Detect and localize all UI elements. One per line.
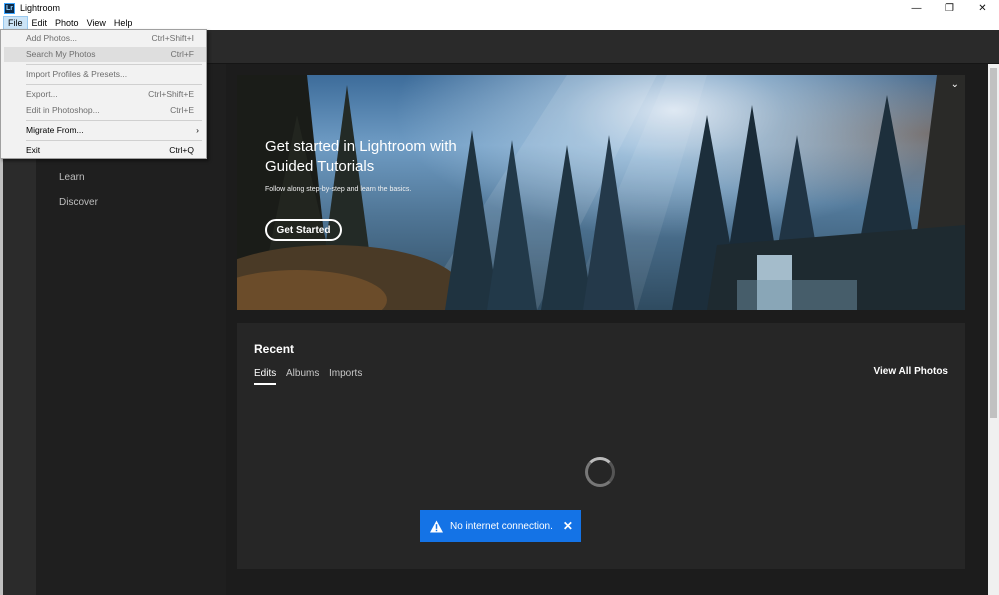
menu-item-shortcut: Ctrl+F: [170, 49, 194, 59]
close-icon[interactable]: ✕: [563, 519, 573, 533]
get-started-button[interactable]: Get Started: [265, 219, 342, 241]
toast-message: No internet connection.: [450, 520, 553, 532]
window-controls: — ❐ ✕: [900, 0, 999, 16]
menu-item-search-my-photos[interactable]: Search My Photos Ctrl+F: [4, 47, 206, 62]
menu-separator: [26, 140, 202, 141]
menu-item-label: Export...: [26, 89, 58, 99]
minimize-button[interactable]: —: [900, 0, 933, 16]
menu-separator: [26, 64, 202, 65]
chevron-down-icon[interactable]: ⌄: [951, 79, 959, 90]
restore-button[interactable]: ❐: [933, 0, 966, 16]
menu-item-add-photos[interactable]: Add Photos... Ctrl+Shift+I: [4, 31, 206, 46]
warning-icon: [430, 519, 443, 533]
lightroom-app-icon: Lr: [4, 2, 15, 14]
menu-item-label: Add Photos...: [26, 33, 78, 43]
menu-item-label: Migrate From...: [26, 125, 84, 135]
no-connection-toast: No internet connection. ✕: [420, 510, 581, 542]
sidebar-item-discover[interactable]: Discover: [59, 197, 98, 208]
menu-item-import-profiles[interactable]: Import Profiles & Presets...: [4, 67, 206, 82]
menu-item-shortcut: Ctrl+E: [170, 105, 194, 115]
window-title: Lightroom: [20, 3, 61, 13]
hero-subtitle: Follow along step-by-step and learn the …: [265, 186, 412, 193]
file-menu-dropdown: Add Photos... Ctrl+Shift+I Search My Pho…: [0, 29, 207, 159]
hero-title: Get started in Lightroom with Guided Tut…: [265, 138, 457, 175]
menu-item-export[interactable]: Export... Ctrl+Shift+E: [4, 87, 206, 102]
menu-item-exit[interactable]: Exit Ctrl+Q: [4, 143, 206, 158]
menu-item-label: Search My Photos: [26, 49, 96, 59]
menu-item-label: Import Profiles & Presets...: [26, 69, 128, 79]
loading-spinner-icon: [585, 457, 615, 487]
view-all-photos-link[interactable]: View All Photos: [874, 366, 948, 377]
menu-photo[interactable]: Photo: [51, 16, 83, 30]
menu-item-edit-in-photoshop[interactable]: Edit in Photoshop... Ctrl+E: [4, 103, 206, 118]
menu-item-shortcut: Ctrl+Q: [169, 145, 194, 155]
menu-help[interactable]: Help: [110, 16, 137, 30]
tab-imports[interactable]: Imports: [329, 368, 362, 379]
tab-albums[interactable]: Albums: [286, 368, 319, 379]
menu-item-migrate-from[interactable]: Migrate From... ›: [4, 123, 206, 138]
menu-item-label: Exit: [26, 145, 41, 155]
menu-separator: [26, 120, 202, 121]
vertical-scrollbar[interactable]: [988, 64, 999, 595]
recent-title: Recent: [254, 342, 295, 356]
hero-banner: Get started in Lightroom with Guided Tut…: [237, 75, 965, 310]
chevron-right-icon: ›: [196, 125, 199, 135]
menu-file[interactable]: File: [3, 16, 28, 30]
sidebar-item-learn[interactable]: Learn: [59, 172, 85, 183]
menu-item-shortcut: Ctrl+Shift+I: [151, 33, 194, 43]
scrollbar-thumb[interactable]: [990, 68, 997, 418]
close-window-button[interactable]: ✕: [966, 0, 999, 16]
title-bar: Lr Lightroom — ❐ ✕: [0, 0, 999, 16]
menu-separator: [26, 84, 202, 85]
recent-panel: Recent Edits Albums Imports View All Pho…: [237, 323, 965, 569]
tab-edits[interactable]: Edits: [254, 368, 277, 385]
menu-bar: File Edit Photo View Help: [0, 16, 999, 30]
menu-view[interactable]: View: [83, 16, 110, 30]
menu-item-label: Edit in Photoshop...: [26, 105, 100, 115]
menu-edit[interactable]: Edit: [28, 16, 52, 30]
menu-item-shortcut: Ctrl+Shift+E: [148, 89, 194, 99]
